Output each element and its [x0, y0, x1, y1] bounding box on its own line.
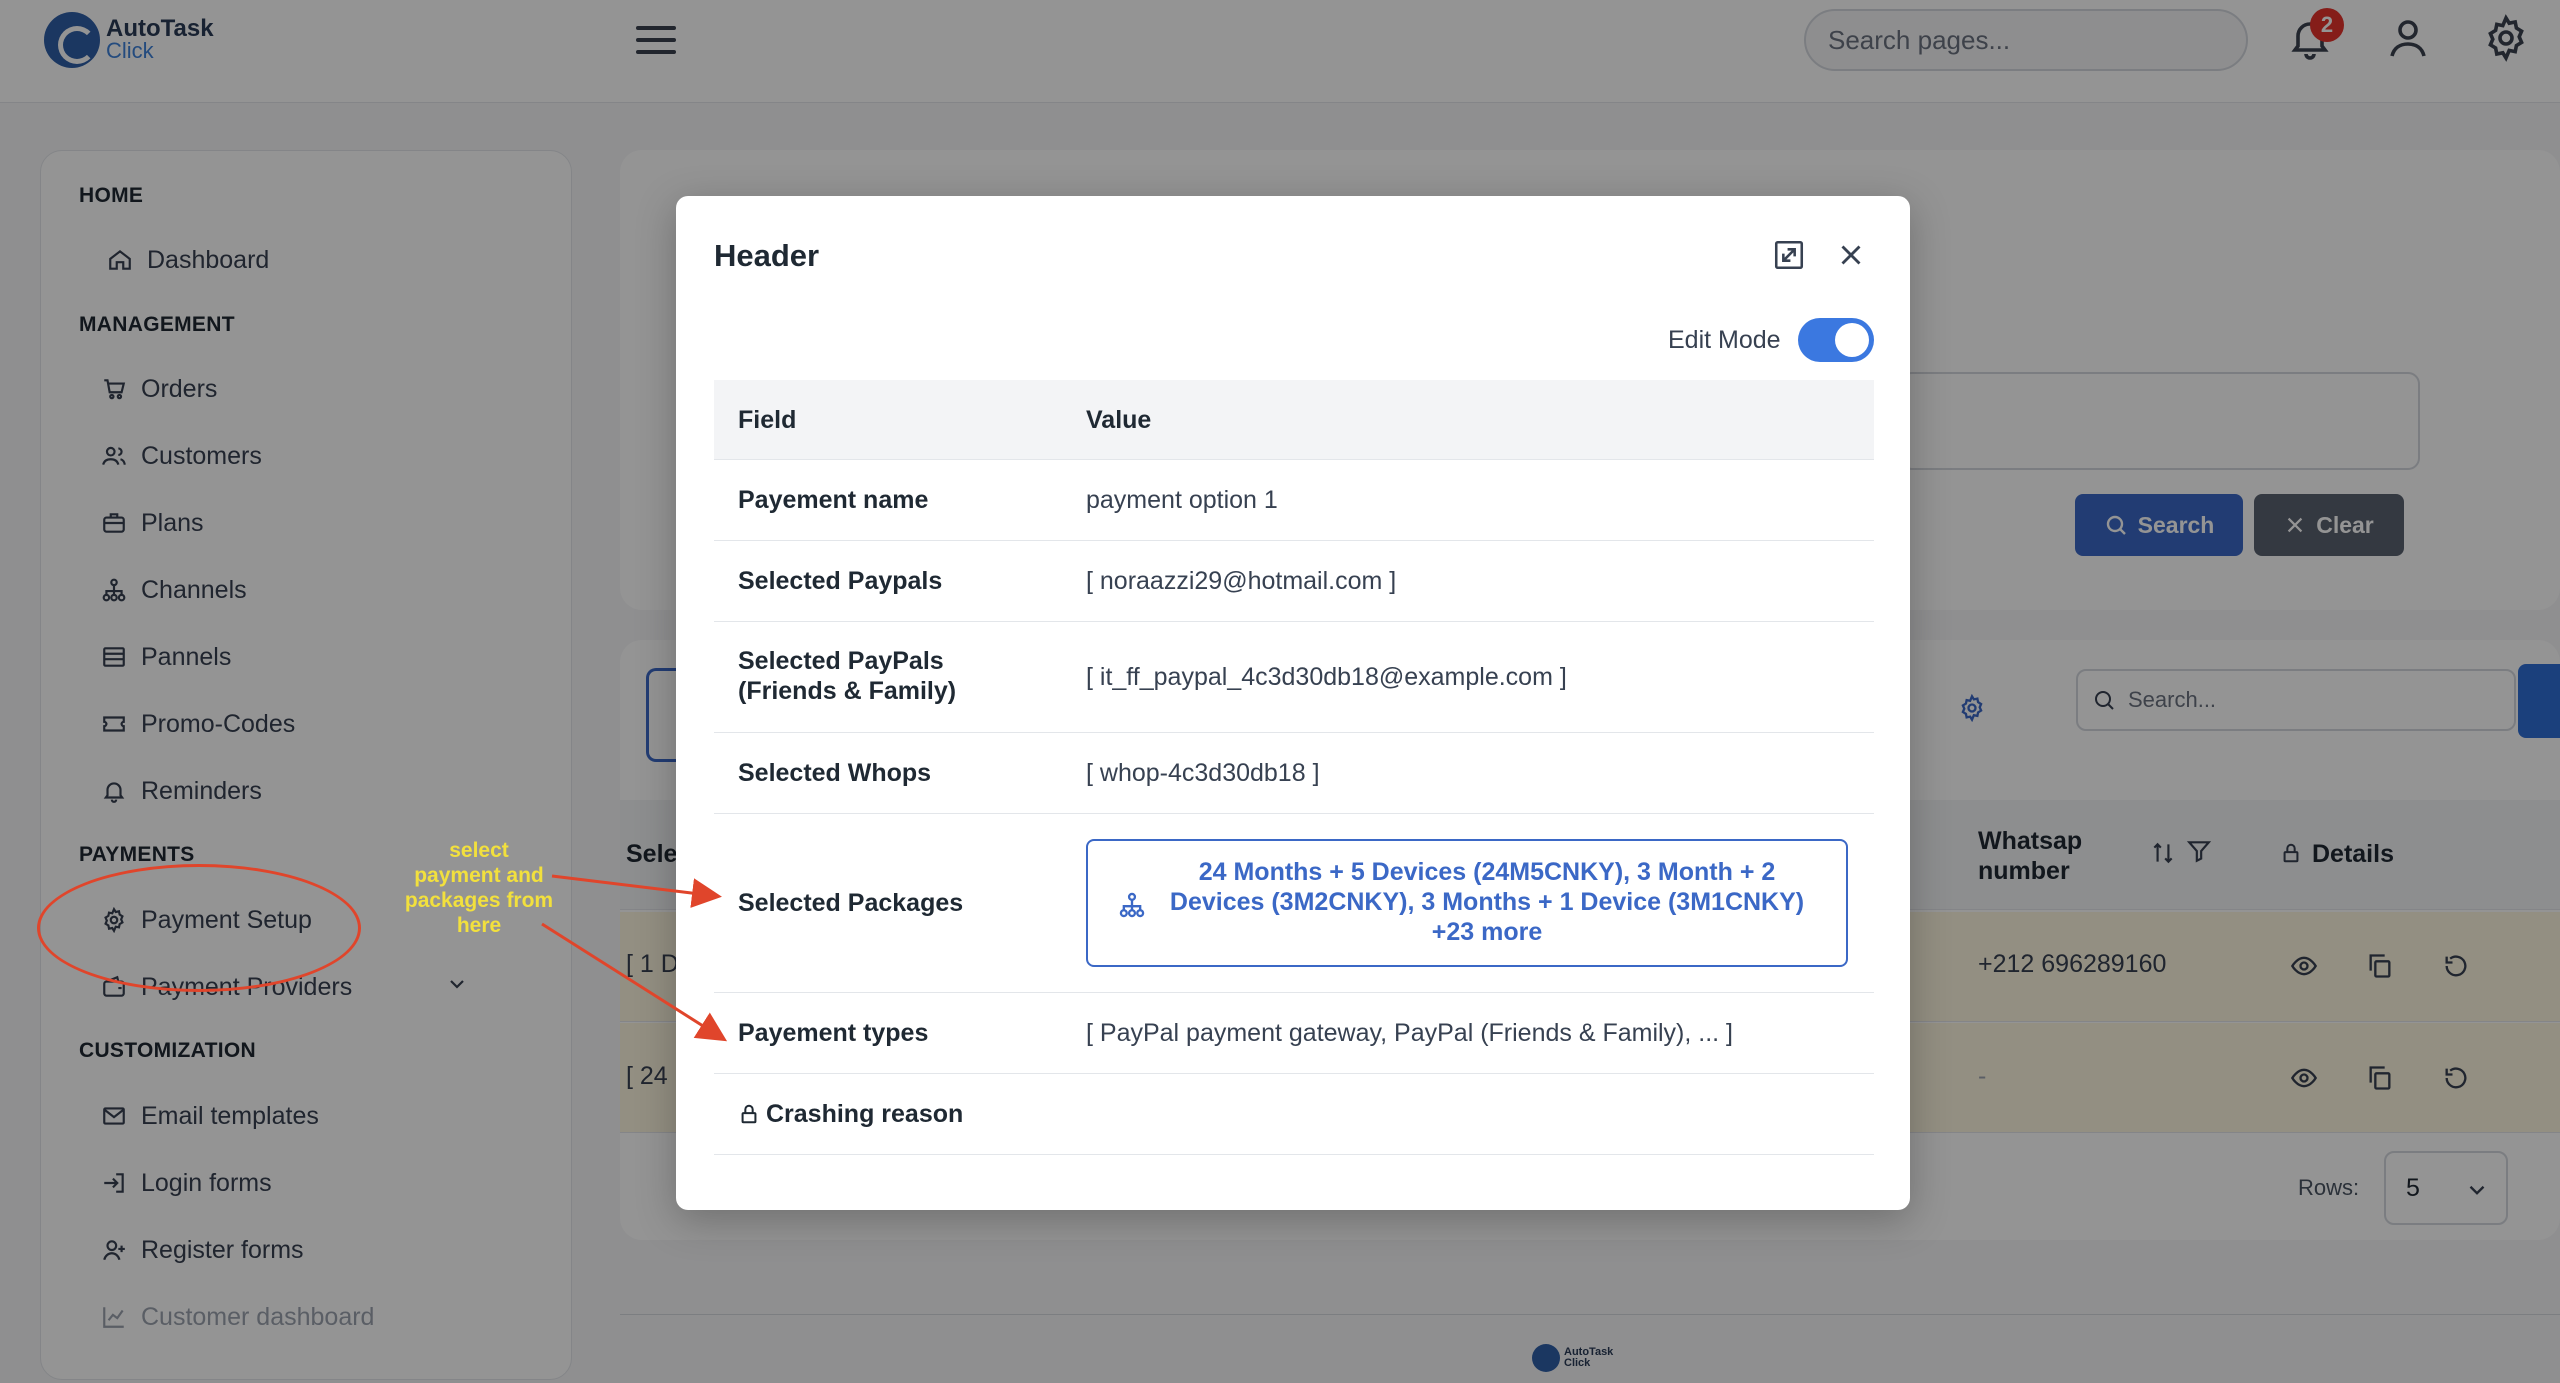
col-value: Value [1086, 406, 1152, 434]
row-selected-paypals-ff: Selected PayPals (Friends & Family) [ it… [714, 622, 1874, 733]
network-icon [1119, 892, 1145, 918]
field-label: Selected Paypals [738, 567, 943, 595]
field-label: Crashing reason [766, 1100, 964, 1128]
packages-value: 24 Months + 5 Devices (24M5CNKY), 3 Mont… [1169, 858, 1805, 946]
row-selected-packages: Selected Packages 24 Months + 5 Devices … [714, 814, 1874, 993]
details-table: Field Value Payement name payment option… [714, 380, 1874, 1155]
row-crashing-reason: Crashing reason [714, 1074, 1874, 1155]
modal-title: Header [714, 238, 820, 273]
packages-select[interactable]: 24 Months + 5 Devices (24M5CNKY), 3 Mont… [1086, 839, 1848, 967]
details-table-header: Field Value [714, 380, 1874, 460]
field-value: payment option 1 [1086, 486, 1278, 514]
annotation-note: select payment and packages from here [404, 839, 554, 937]
edit-mode-label: Edit Mode [1668, 326, 1781, 354]
toggle-knob [1835, 323, 1869, 357]
field-label-line2: (Friends & Family) [738, 677, 957, 705]
field-value: [ it_ff_paypal_4c3d30db18@example.com ] [1086, 663, 1567, 691]
row-payment-name: Payement name payment option 1 [714, 460, 1874, 541]
field-label-line1: Selected PayPals [738, 647, 944, 675]
row-payment-types: Payement types [ PayPal payment gateway,… [714, 993, 1874, 1074]
field-label: Payement name [738, 486, 929, 514]
details-modal: Header Edit Mode Field Value Payement na… [676, 196, 1910, 1210]
field-value: [ PayPal payment gateway, PayPal (Friend… [1086, 1019, 1733, 1047]
row-selected-paypals: Selected Paypals [ noraazzi29@hotmail.co… [714, 541, 1874, 622]
field-label: Selected Packages [738, 889, 964, 917]
field-label: Payement types [738, 1019, 929, 1047]
expand-icon[interactable] [1772, 238, 1806, 272]
row-selected-whops: Selected Whops [ whop-4c3d30db18 ] [714, 733, 1874, 814]
edit-mode-toggle[interactable] [1798, 318, 1874, 362]
field-label: Selected Whops [738, 759, 932, 787]
col-field: Field [738, 406, 797, 434]
field-value: [ noraazzi29@hotmail.com ] [1086, 567, 1397, 595]
field-value: [ whop-4c3d30db18 ] [1086, 759, 1320, 787]
lock-icon [741, 1104, 757, 1124]
close-icon[interactable] [1834, 238, 1868, 272]
annotation-ellipse [37, 864, 361, 992]
